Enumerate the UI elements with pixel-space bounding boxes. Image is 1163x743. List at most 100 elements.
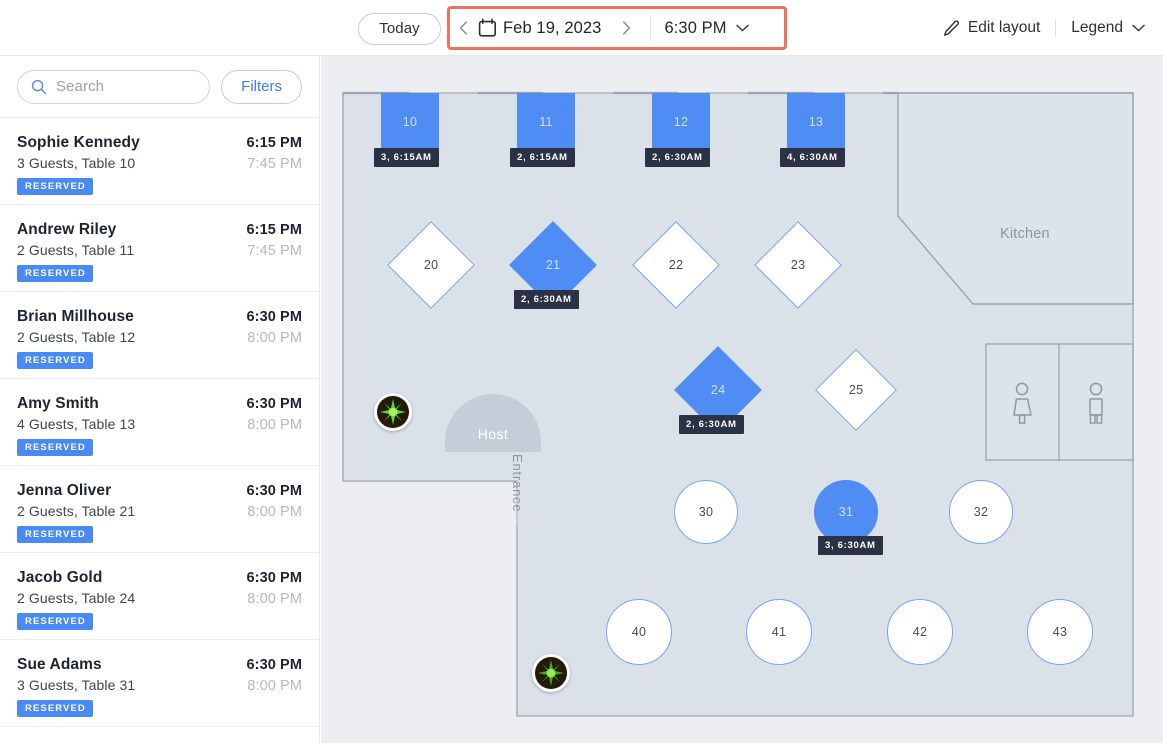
table-number-label: 43 <box>1052 625 1068 639</box>
calendar-icon <box>478 18 497 38</box>
table-32[interactable]: 32 <box>949 480 1013 544</box>
edit-layout-label: Edit layout <box>967 19 1041 36</box>
table-number-label: 24 <box>710 382 726 397</box>
chevron-down-icon <box>1132 24 1145 32</box>
table-number-label: 21 <box>545 257 561 272</box>
status-badge: RESERVED <box>17 439 93 456</box>
reservation-list: Sophie Kennedy 3 Guests, Table 10 RESERVED… <box>0 118 319 727</box>
reservation-times: 6:15 PM 7:45 PM <box>247 220 303 262</box>
reservation-times: 6:30 PM 8:00 PM <box>247 307 303 349</box>
starburst-plant-icon <box>380 399 406 425</box>
chevron-left-icon <box>459 21 467 35</box>
plant-decoration-icon <box>374 393 412 431</box>
current-time-label[interactable]: 6:30 PM <box>664 19 726 38</box>
status-badge: RESERVED <box>17 265 93 282</box>
search-input[interactable]: Search <box>17 69 211 104</box>
table-12[interactable]: 12 <box>652 93 710 151</box>
toolbar-divider <box>650 15 652 41</box>
reservation-list-item[interactable]: Amy Smith 4 Guests, Table 13 RESERVED 6:30 … <box>0 379 319 466</box>
table-13[interactable]: 13 <box>787 93 845 151</box>
date-navigator: Feb 19, 2023 6:30 PM <box>452 11 749 45</box>
filters-button-label: Filters <box>241 78 282 95</box>
legend-button[interactable]: Legend <box>1055 19 1145 37</box>
reservation-end-time: 7:45 PM <box>247 156 302 172</box>
reservation-start-time: 6:15 PM <box>246 135 302 151</box>
status-badge: RESERVED <box>17 613 93 630</box>
search-icon <box>31 79 47 94</box>
table-number-label: 23 <box>790 257 806 272</box>
kitchen-label: Kitchen <box>1000 226 1050 242</box>
search-placeholder: Search <box>56 78 105 95</box>
table-number-label: 42 <box>912 625 928 639</box>
table-31[interactable]: 31 <box>814 480 878 544</box>
table-number-label: 20 <box>423 257 439 272</box>
table-40[interactable]: 40 <box>606 599 672 665</box>
table-41[interactable]: 41 <box>746 599 812 665</box>
table-10[interactable]: 10 <box>381 93 439 151</box>
host-stand-label: Host <box>477 426 509 442</box>
plant-decoration-icon <box>532 654 570 692</box>
reservation-times: 6:30 PM 8:00 PM <box>247 481 303 523</box>
legend-label: Legend <box>1071 19 1123 36</box>
table-11[interactable]: 11 <box>517 93 575 151</box>
reservation-start-time: 6:30 PM <box>246 657 302 673</box>
table-number-label: 41 <box>771 625 787 639</box>
starburst-plant-icon <box>538 660 564 686</box>
table-42[interactable]: 42 <box>887 599 953 665</box>
toolbar-right-actions: Edit layout Legend <box>943 0 1145 56</box>
reservation-start-time: 6:30 PM <box>246 396 302 412</box>
reservation-end-time: 8:00 PM <box>247 678 302 694</box>
reservation-list-item[interactable]: Sue Adams 3 Guests, Table 31 RESERVED 6:30 … <box>0 640 319 727</box>
reservation-list-item[interactable]: Jenna Oliver 2 Guests, Table 21 RESERVED 6:… <box>0 466 319 553</box>
reservation-end-time: 8:00 PM <box>247 330 302 346</box>
reservation-times: 6:30 PM 8:00 PM <box>247 568 303 610</box>
reservation-list-item[interactable]: Sophie Kennedy 3 Guests, Table 10 RESERVED… <box>0 118 319 205</box>
table-number-label: 32 <box>973 505 989 519</box>
chevron-down-icon <box>735 24 749 32</box>
table-number-label: 31 <box>838 505 854 519</box>
reservation-list-item[interactable]: Andrew Riley 2 Guests, Table 11 RESERVED 6:… <box>0 205 319 292</box>
time-dropdown-button[interactable] <box>735 24 749 32</box>
reservation-end-time: 7:45 PM <box>247 243 302 259</box>
table-number-label: 10 <box>402 115 418 129</box>
table-30[interactable]: 30 <box>674 480 738 544</box>
date-time-controls: Today <box>358 11 441 46</box>
reservation-start-time: 6:30 PM <box>246 570 302 586</box>
reservation-end-time: 8:00 PM <box>247 591 302 607</box>
table-number-label: 25 <box>848 382 864 397</box>
entrance-label: Entrance <box>510 454 525 513</box>
status-badge: RESERVED <box>17 700 93 717</box>
status-badge: RESERVED <box>17 178 93 195</box>
reservation-list-item[interactable]: Brian Millhouse 2 Guests, Table 12 RESERVE… <box>0 292 319 379</box>
table-number-label: 30 <box>698 505 714 519</box>
table-43[interactable]: 43 <box>1027 599 1093 665</box>
reservation-end-time: 8:00 PM <box>247 504 302 520</box>
restaurant-floorplan-app: Today Feb 19, 2023 6:30 PM Edit layout L… <box>0 0 1163 743</box>
prev-day-button[interactable] <box>452 13 474 43</box>
reservation-list-item[interactable]: Jacob Gold 2 Guests, Table 24 RESERVED 6:30… <box>0 553 319 640</box>
filters-button[interactable]: Filters <box>221 69 302 104</box>
reservations-sidebar: Search Filters Sophie Kennedy 3 Guests, T… <box>0 56 320 743</box>
table-number-label: 11 <box>539 115 553 129</box>
today-button[interactable]: Today <box>358 12 441 45</box>
status-badge: RESERVED <box>17 526 93 543</box>
table-number-label: 12 <box>673 115 689 129</box>
status-badge: RESERVED <box>17 352 93 369</box>
sidebar-search-row: Search Filters <box>0 56 319 118</box>
floorplan-canvas[interactable]: Kitchen Host Entrance 10 3, 6:15AM 11 2,… <box>321 56 1163 743</box>
reservation-times: 6:30 PM 8:00 PM <box>247 394 303 436</box>
current-date-label[interactable]: Feb 19, 2023 <box>503 19 601 38</box>
pencil-icon <box>943 19 959 36</box>
next-day-button[interactable] <box>615 13 637 43</box>
reservation-times: 6:15 PM 7:45 PM <box>247 133 303 175</box>
today-button-label: Today <box>379 20 420 37</box>
table-number-label: 40 <box>631 625 647 639</box>
reservation-end-time: 8:00 PM <box>247 417 302 433</box>
top-toolbar: Today Feb 19, 2023 6:30 PM Edit layout L… <box>0 0 1163 56</box>
chevron-right-icon <box>622 21 631 35</box>
edit-layout-button[interactable]: Edit layout <box>943 19 1055 37</box>
reservation-times: 6:30 PM 8:00 PM <box>247 655 303 697</box>
table-number-label: 22 <box>668 257 684 272</box>
reservation-start-time: 6:15 PM <box>246 222 302 238</box>
table-number-label: 13 <box>808 115 824 129</box>
